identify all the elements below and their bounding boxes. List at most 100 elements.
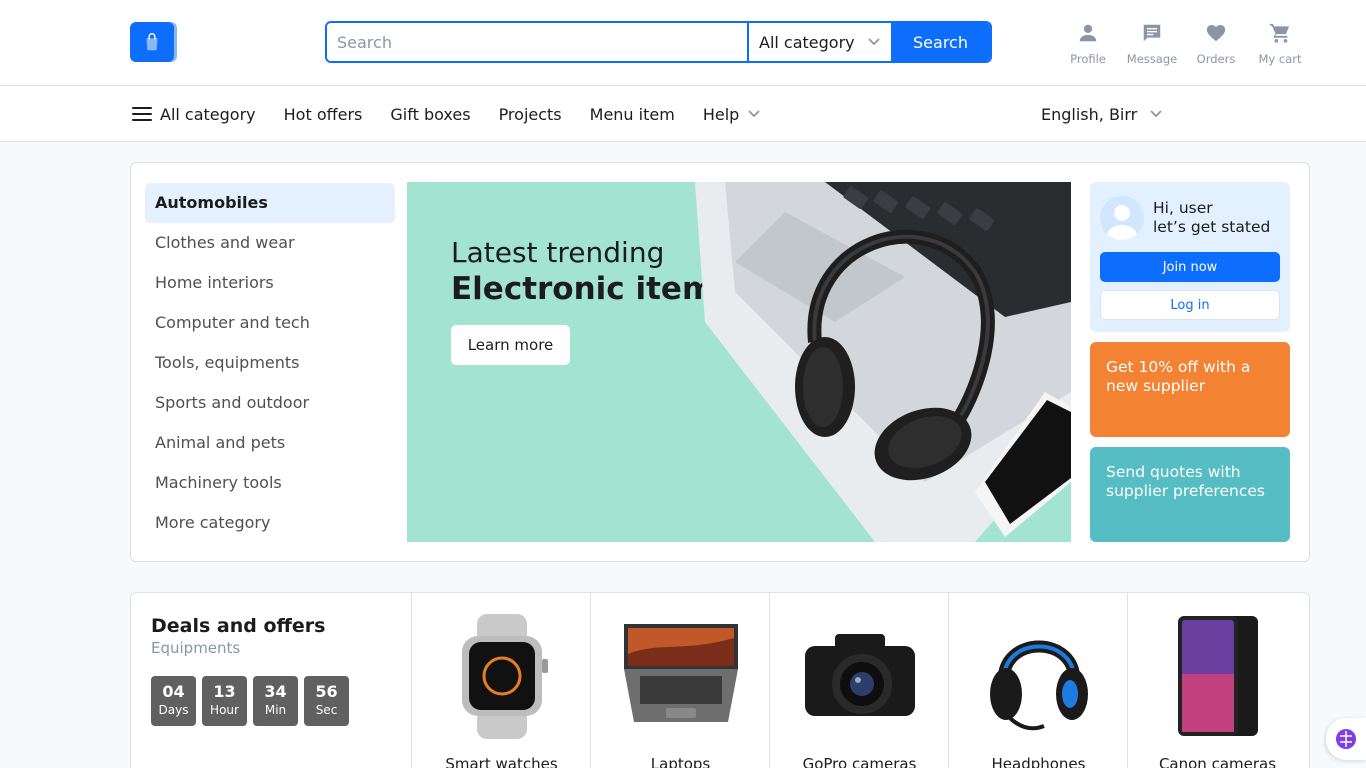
timer-minutes: 34 Min <box>253 676 298 726</box>
chevron-down-icon <box>867 33 881 52</box>
brain-icon <box>1336 729 1356 749</box>
orders-label: Orders <box>1196 52 1236 66</box>
message-label: Message <box>1126 52 1178 66</box>
banner-subtitle: Latest trending <box>451 236 665 269</box>
promo-new-supplier[interactable]: Get 10% off with a new supplier <box>1090 342 1290 437</box>
product-name: Smart watches <box>445 755 558 768</box>
timer-value: 34 <box>264 682 287 701</box>
nav-item-help[interactable]: Help <box>703 105 761 124</box>
nav-item-label: All category <box>160 104 256 124</box>
header-actions: Profile Message Orders My cart <box>1056 22 1312 66</box>
chevron-down-icon <box>747 105 761 124</box>
countdown-timer: 04 Days 13 Hour 34 Min 56 Sec <box>151 676 349 726</box>
timer-unit: Min <box>264 703 287 717</box>
header: All category Search Profile Message Orde… <box>0 0 1366 86</box>
promo-send-quotes[interactable]: Send quotes with supplier preferences <box>1090 447 1290 542</box>
assistant-button[interactable] <box>1326 718 1366 760</box>
greeting-line-2: let’s get stated <box>1153 218 1271 236</box>
camera-icon <box>804 634 915 716</box>
search-input[interactable] <box>327 23 747 61</box>
timer-unit: Hour <box>210 703 239 717</box>
category-item[interactable]: Tools, equipments <box>145 343 395 383</box>
message-icon <box>1141 22 1163 48</box>
nav-item-gift-boxes[interactable]: Gift boxes <box>390 105 470 124</box>
product-name: Canon cameras <box>1158 755 1277 768</box>
category-item[interactable]: Animal and pets <box>145 423 395 463</box>
deals-header: Deals and offers Equipments <box>151 615 326 657</box>
hero-banner: Latest trending Electronic items Learn m… <box>407 182 1071 542</box>
navbar: All category Hot offers Gift boxes Proje… <box>0 86 1366 142</box>
menu-icon <box>132 107 152 121</box>
deals-section: Deals and offers Equipments 04 Days 13 H… <box>130 592 1310 768</box>
deals-title: Deals and offers <box>151 615 326 637</box>
category-item[interactable]: More category <box>145 503 395 543</box>
nav-item-menu-item[interactable]: Menu item <box>590 105 675 124</box>
timer-value: 13 <box>213 682 236 701</box>
profile-action[interactable]: Profile <box>1056 22 1120 66</box>
locale-label: English, Birr <box>1041 104 1138 124</box>
nav-item-projects[interactable]: Projects <box>499 105 562 124</box>
nav-menu: All category Hot offers Gift boxes Proje… <box>132 86 789 142</box>
product-name: Headphones <box>991 755 1086 768</box>
timer-unit: Sec <box>315 703 338 717</box>
greeting-line-1: Hi, user <box>1153 199 1213 217</box>
timer-unit: Days <box>158 703 189 717</box>
product-card[interactable]: Headphones <box>948 593 1127 768</box>
cart-icon <box>1269 22 1291 48</box>
deals-subtitle: Equipments <box>151 639 241 657</box>
side-panel: Hi, user let’s get stated Join now Log i… <box>1090 182 1290 542</box>
product-image <box>770 611 949 741</box>
product-card[interactable]: Laptops <box>590 593 769 768</box>
category-select-label: All category <box>759 32 855 52</box>
laptop-icon <box>623 623 738 722</box>
chevron-down-icon <box>1149 105 1163 124</box>
product-image <box>591 611 770 741</box>
log-in-button[interactable]: Log in <box>1100 290 1280 320</box>
product-card[interactable]: GoPro cameras <box>769 593 948 768</box>
category-item[interactable]: Home interiors <box>145 263 395 303</box>
headphones-icon <box>989 640 1088 730</box>
product-name: GoPro cameras <box>802 755 917 768</box>
hero-section: Automobiles Clothes and wear Home interi… <box>130 162 1310 562</box>
category-select[interactable]: All category <box>747 23 891 61</box>
language-currency-select[interactable]: English, Birr <box>1041 86 1163 142</box>
timer-hours: 13 Hour <box>202 676 247 726</box>
nav-item-hot-offers[interactable]: Hot offers <box>284 105 363 124</box>
product-card[interactable]: Canon cameras <box>1127 593 1306 768</box>
avatar <box>1100 196 1144 240</box>
profile-label: Profile <box>1070 52 1106 66</box>
timer-days: 04 Days <box>151 676 196 726</box>
cart-action[interactable]: My cart <box>1248 22 1312 66</box>
headphones-laptop-image <box>695 182 1071 542</box>
smart-watch-icon <box>461 613 548 739</box>
timer-value: 56 <box>315 682 338 701</box>
product-image <box>949 611 1128 741</box>
greeting-text: Hi, user let’s get stated <box>1153 199 1270 237</box>
search-bar: All category Search <box>325 21 992 63</box>
nav-item-all-category[interactable]: All category <box>132 105 256 124</box>
learn-more-button[interactable]: Learn more <box>451 325 570 365</box>
category-item[interactable]: Machinery tools <box>145 463 395 503</box>
category-list: Automobiles Clothes and wear Home interi… <box>145 183 395 543</box>
orders-action[interactable]: Orders <box>1184 22 1248 66</box>
heart-icon <box>1205 22 1227 48</box>
category-item[interactable]: Computer and tech <box>145 303 395 343</box>
category-item[interactable]: Clothes and wear <box>145 223 395 263</box>
search-button[interactable]: Search <box>891 23 990 61</box>
shopping-bag-icon <box>146 33 158 51</box>
join-now-button[interactable]: Join now <box>1100 252 1280 282</box>
product-image <box>1128 611 1307 741</box>
product-name: Laptops <box>650 755 711 768</box>
nav-item-label: Help <box>702 104 740 124</box>
timer-seconds: 56 Sec <box>304 676 349 726</box>
person-icon <box>1077 22 1099 48</box>
product-image <box>412 611 591 741</box>
product-card[interactable]: Smart watches <box>411 593 590 768</box>
category-item[interactable]: Sports and outdoor <box>145 383 395 423</box>
logo[interactable] <box>130 22 174 62</box>
user-avatar-icon <box>1100 196 1144 240</box>
category-item[interactable]: Automobiles <box>145 183 395 223</box>
user-welcome-box: Hi, user let’s get stated Join now Log i… <box>1090 182 1290 332</box>
message-action[interactable]: Message <box>1120 22 1184 66</box>
phone-icon <box>1177 615 1258 736</box>
